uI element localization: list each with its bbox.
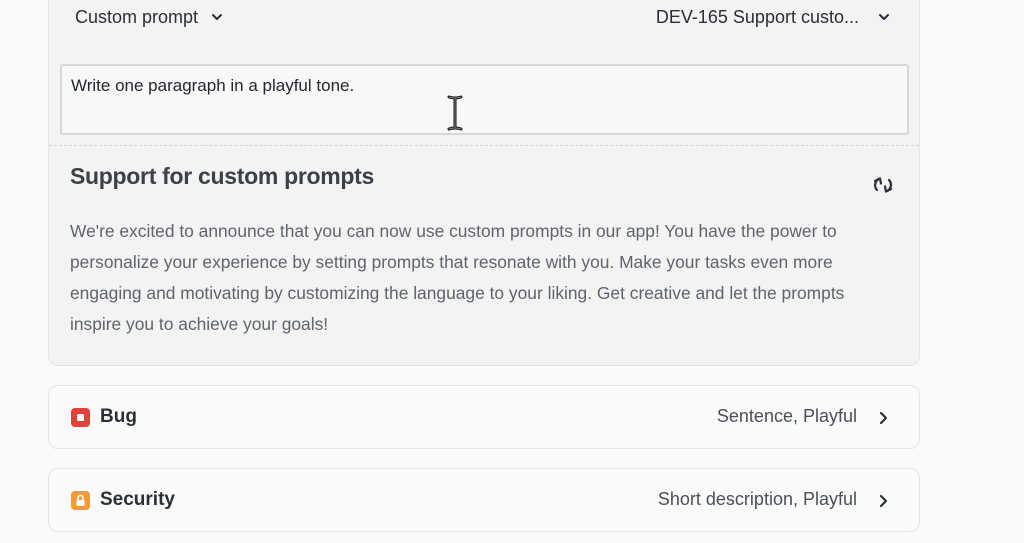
chevron-right-icon — [879, 411, 888, 425]
option-row-security[interactable]: Security Short description, Playful — [48, 468, 920, 532]
option-row-bug[interactable]: Bug Sentence, Playful — [48, 385, 920, 449]
section-divider — [49, 145, 919, 146]
chevron-right-icon — [879, 494, 888, 508]
composer-toolbar: Custom prompt DEV-165 Support custo... — [49, 1, 919, 53]
option-value: Sentence, Playful — [716, 406, 857, 426]
lock-icon — [71, 491, 90, 510]
prompt-composer-card: Custom prompt DEV-165 Support custo... W… — [48, 0, 920, 366]
chevron-down-icon — [210, 10, 224, 24]
option-label: Bug — [100, 406, 137, 427]
text-cursor-icon — [447, 95, 463, 131]
prompt-type-dropdown[interactable]: Custom prompt — [75, 5, 224, 29]
issue-dropdown[interactable]: DEV-165 Support custo... — [656, 5, 891, 29]
refresh-icon[interactable] — [871, 173, 895, 197]
bug-icon — [71, 408, 90, 427]
result-title: Support for custom prompts — [70, 163, 374, 189]
chevron-down-icon — [877, 10, 891, 24]
option-value: Short description, Playful — [657, 489, 857, 509]
prompt-type-label: Custom prompt — [75, 6, 199, 27]
custom-prompt-input[interactable]: Write one paragraph in a playful tone. — [60, 64, 909, 135]
result-body: We're excited to announce that you can n… — [70, 221, 845, 334]
issue-label: DEV-165 Support custo... — [655, 6, 859, 27]
option-label: Security — [100, 489, 175, 510]
page: Custom prompt DEV-165 Support custo... W… — [0, 0, 1024, 543]
